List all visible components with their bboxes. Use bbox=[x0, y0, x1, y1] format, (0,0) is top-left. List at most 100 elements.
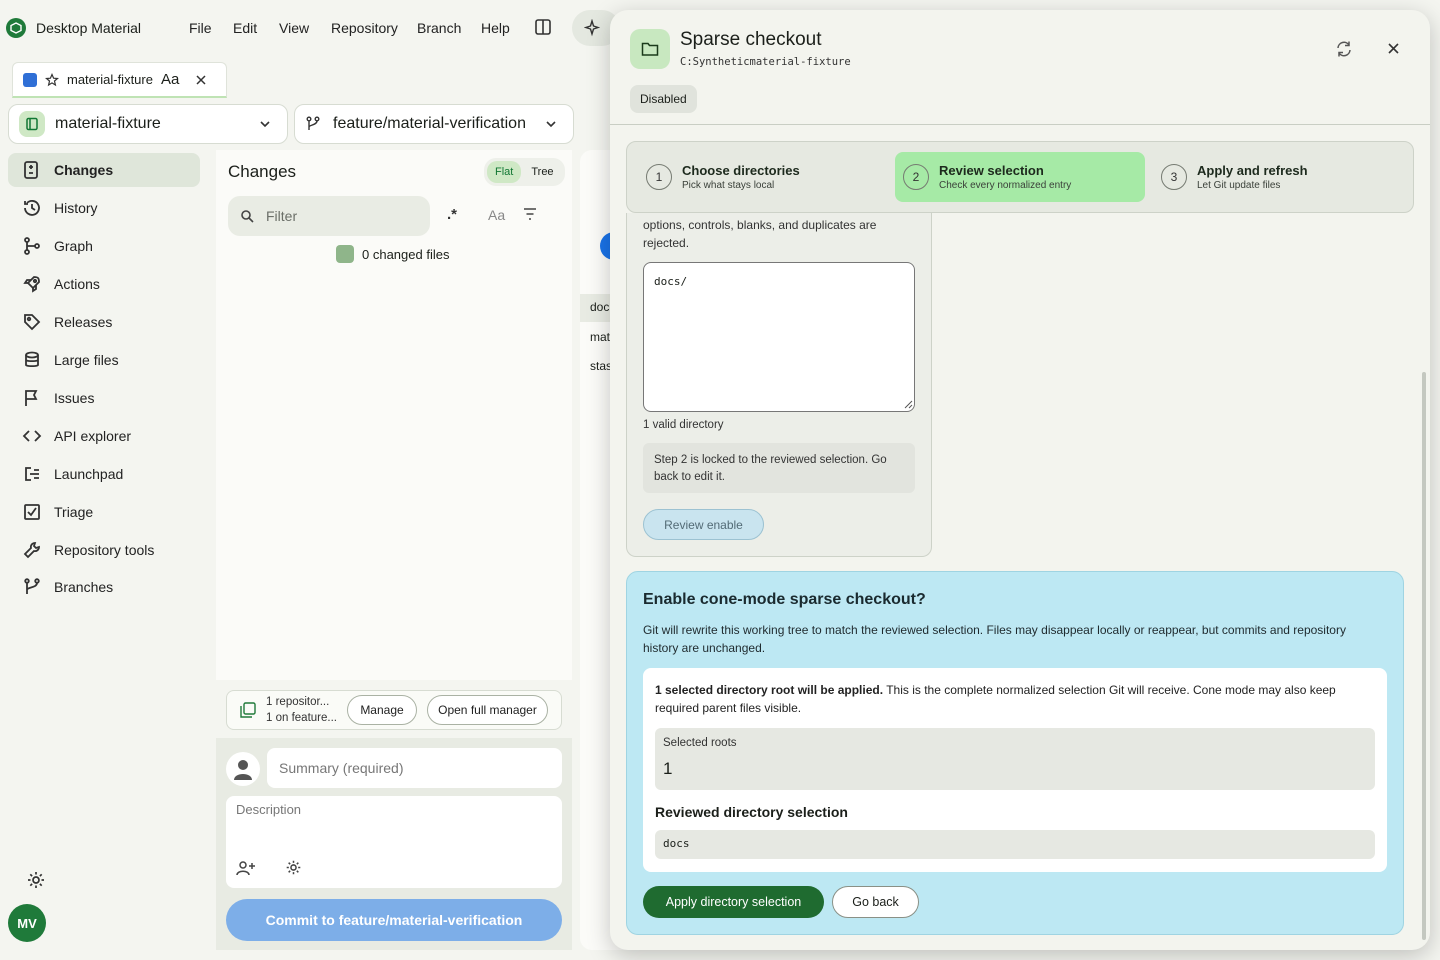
refresh-icon[interactable] bbox=[1335, 40, 1353, 58]
sidebar-item-actions[interactable]: Actions bbox=[8, 267, 200, 301]
add-coauthor-icon[interactable] bbox=[236, 859, 256, 877]
status-badge: Disabled bbox=[630, 85, 697, 113]
regex-toggle[interactable]: .* bbox=[447, 206, 457, 223]
filter-placeholder: Filter bbox=[266, 208, 298, 224]
sidebar-item-api-explorer[interactable]: API explorer bbox=[8, 419, 200, 453]
menu-branch[interactable]: Branch bbox=[417, 20, 461, 36]
directory-textarea[interactable]: docs/ bbox=[643, 262, 915, 412]
sidebar-item-issues[interactable]: Issues bbox=[8, 381, 200, 415]
sidebar-item-label: History bbox=[54, 200, 98, 216]
settings-gear-icon[interactable] bbox=[26, 870, 46, 890]
sidebar-item-launchpad[interactable]: Launchpad bbox=[8, 457, 200, 491]
sidebar-item-branches[interactable]: Branches bbox=[8, 570, 200, 604]
sidebar-item-label: Branches bbox=[54, 579, 114, 595]
multi-repo-icon bbox=[240, 702, 256, 718]
menu-help[interactable]: Help bbox=[481, 20, 510, 36]
sidebar-item-triage[interactable]: Triage bbox=[8, 495, 200, 529]
chevron-down-icon bbox=[259, 118, 271, 130]
dialog-path: C:Syntheticmaterial-fixture bbox=[680, 56, 851, 68]
case-toggle[interactable]: Aa bbox=[488, 207, 505, 223]
branch-selector[interactable]: feature/material-verification bbox=[294, 104, 574, 144]
changed-files-count: 0 changed files bbox=[336, 245, 449, 263]
step-subtitle: Check every normalized entry bbox=[939, 180, 1072, 191]
tab-repo-icon bbox=[23, 72, 37, 87]
step-subtitle: Pick what stays local bbox=[682, 180, 775, 191]
sidebar-item-repository-tools[interactable]: Repository tools bbox=[8, 533, 200, 567]
font-toggle[interactable]: Aa bbox=[161, 71, 179, 88]
summary-input[interactable]: Summary (required) bbox=[267, 748, 562, 788]
sidebar-item-label: Large files bbox=[54, 352, 119, 368]
close-icon[interactable] bbox=[1387, 42, 1400, 55]
rocket-icon bbox=[23, 276, 40, 293]
description-input[interactable]: Description bbox=[226, 796, 562, 888]
sidebar-item-label: Actions bbox=[54, 276, 100, 292]
menu-edit[interactable]: Edit bbox=[233, 20, 257, 36]
step-title: Choose directories bbox=[682, 163, 800, 178]
go-back-button[interactable]: Go back bbox=[832, 886, 919, 918]
changes-title: Changes bbox=[228, 162, 297, 181]
view-tree-button[interactable]: Tree bbox=[523, 161, 561, 183]
commit-button[interactable]: Commit to feature/material-verification bbox=[226, 899, 562, 941]
changes-icon bbox=[24, 161, 38, 179]
sidebar-item-label: API explorer bbox=[54, 428, 132, 444]
sidebar-item-graph[interactable]: Graph bbox=[8, 229, 200, 263]
locked-note: Step 2 is locked to the reviewed selecti… bbox=[643, 443, 915, 493]
filter-input[interactable]: Filter bbox=[228, 196, 430, 236]
review-enable-button[interactable]: Review enable bbox=[643, 509, 764, 540]
view-flat-button[interactable]: Flat bbox=[487, 161, 522, 183]
sidebar-item-label: Changes bbox=[54, 162, 114, 178]
sidebar-item-large-files[interactable]: Large files bbox=[8, 343, 200, 377]
file-status-icon bbox=[336, 245, 354, 263]
background-list-row: mat bbox=[590, 330, 611, 344]
view-toggle: Flat Tree bbox=[484, 158, 565, 186]
dialog-scrollbar[interactable] bbox=[1422, 372, 1426, 940]
commit-options-gear-icon[interactable] bbox=[285, 859, 302, 876]
chevron-down-icon bbox=[545, 118, 557, 130]
changed-files-label: 0 changed files bbox=[362, 246, 450, 262]
sidebar-item-history[interactable]: History bbox=[8, 191, 200, 225]
confirm-title: Enable cone-mode sparse checkout? bbox=[643, 591, 926, 608]
selected-roots-value: 1 bbox=[663, 759, 673, 778]
step-choose-directories[interactable]: 1 Choose directories Pick what stays loc… bbox=[628, 152, 890, 202]
flag-icon bbox=[25, 390, 38, 406]
menu-file[interactable]: File bbox=[189, 20, 212, 36]
avatar[interactable]: MV bbox=[8, 904, 46, 942]
step-review-selection[interactable]: 2 Review selection Check every normalize… bbox=[895, 152, 1145, 202]
graph-icon bbox=[24, 237, 40, 255]
filter-options-icon[interactable] bbox=[522, 207, 538, 221]
repo-tab[interactable]: material-fixture Aa bbox=[12, 62, 227, 98]
sparkle-icon bbox=[584, 19, 601, 37]
menu-view[interactable]: View bbox=[279, 20, 309, 36]
repository-icon bbox=[19, 111, 45, 137]
repo-summary-line2: 1 on feature... bbox=[266, 712, 337, 724]
textarea-value: docs/ bbox=[654, 275, 688, 288]
search-icon bbox=[241, 210, 254, 223]
database-icon bbox=[25, 351, 39, 368]
valid-count: 1 valid directory bbox=[643, 419, 724, 431]
author-avatar bbox=[226, 752, 260, 786]
apply-directory-selection-button[interactable]: Apply directory selection bbox=[643, 886, 824, 918]
app-title: Desktop Material bbox=[36, 20, 142, 36]
manage-button[interactable]: Manage bbox=[347, 695, 417, 725]
resize-handle-icon[interactable] bbox=[904, 400, 913, 409]
sidebar-item-label: Graph bbox=[54, 238, 93, 254]
dialog-divider bbox=[610, 124, 1430, 125]
panel-toggle-icon[interactable] bbox=[534, 18, 552, 36]
sidebar-item-label: Repository tools bbox=[54, 542, 155, 558]
sidebar-item-label: Launchpad bbox=[54, 466, 124, 482]
repository-label: material-fixture bbox=[55, 115, 161, 132]
repository-selector[interactable]: material-fixture bbox=[8, 104, 288, 144]
star-icon[interactable] bbox=[45, 72, 59, 87]
sidebar-item-releases[interactable]: Releases bbox=[8, 305, 200, 339]
close-tab-icon[interactable] bbox=[195, 74, 207, 86]
history-icon bbox=[24, 200, 40, 216]
app-logo bbox=[6, 18, 26, 38]
tab-label: material-fixture bbox=[67, 72, 153, 87]
locked-note-text: Step 2 is locked to the reviewed selecti… bbox=[654, 454, 887, 483]
open-full-manager-button[interactable]: Open full manager bbox=[427, 695, 548, 725]
step-number: 1 bbox=[646, 164, 672, 190]
sidebar-item-changes[interactable]: Changes bbox=[8, 153, 200, 187]
branch-label: feature/material-verification bbox=[333, 115, 526, 132]
menu-repository[interactable]: Repository bbox=[331, 20, 398, 36]
step-apply-and-refresh[interactable]: 3 Apply and refresh Let Git update files bbox=[1153, 152, 1403, 202]
